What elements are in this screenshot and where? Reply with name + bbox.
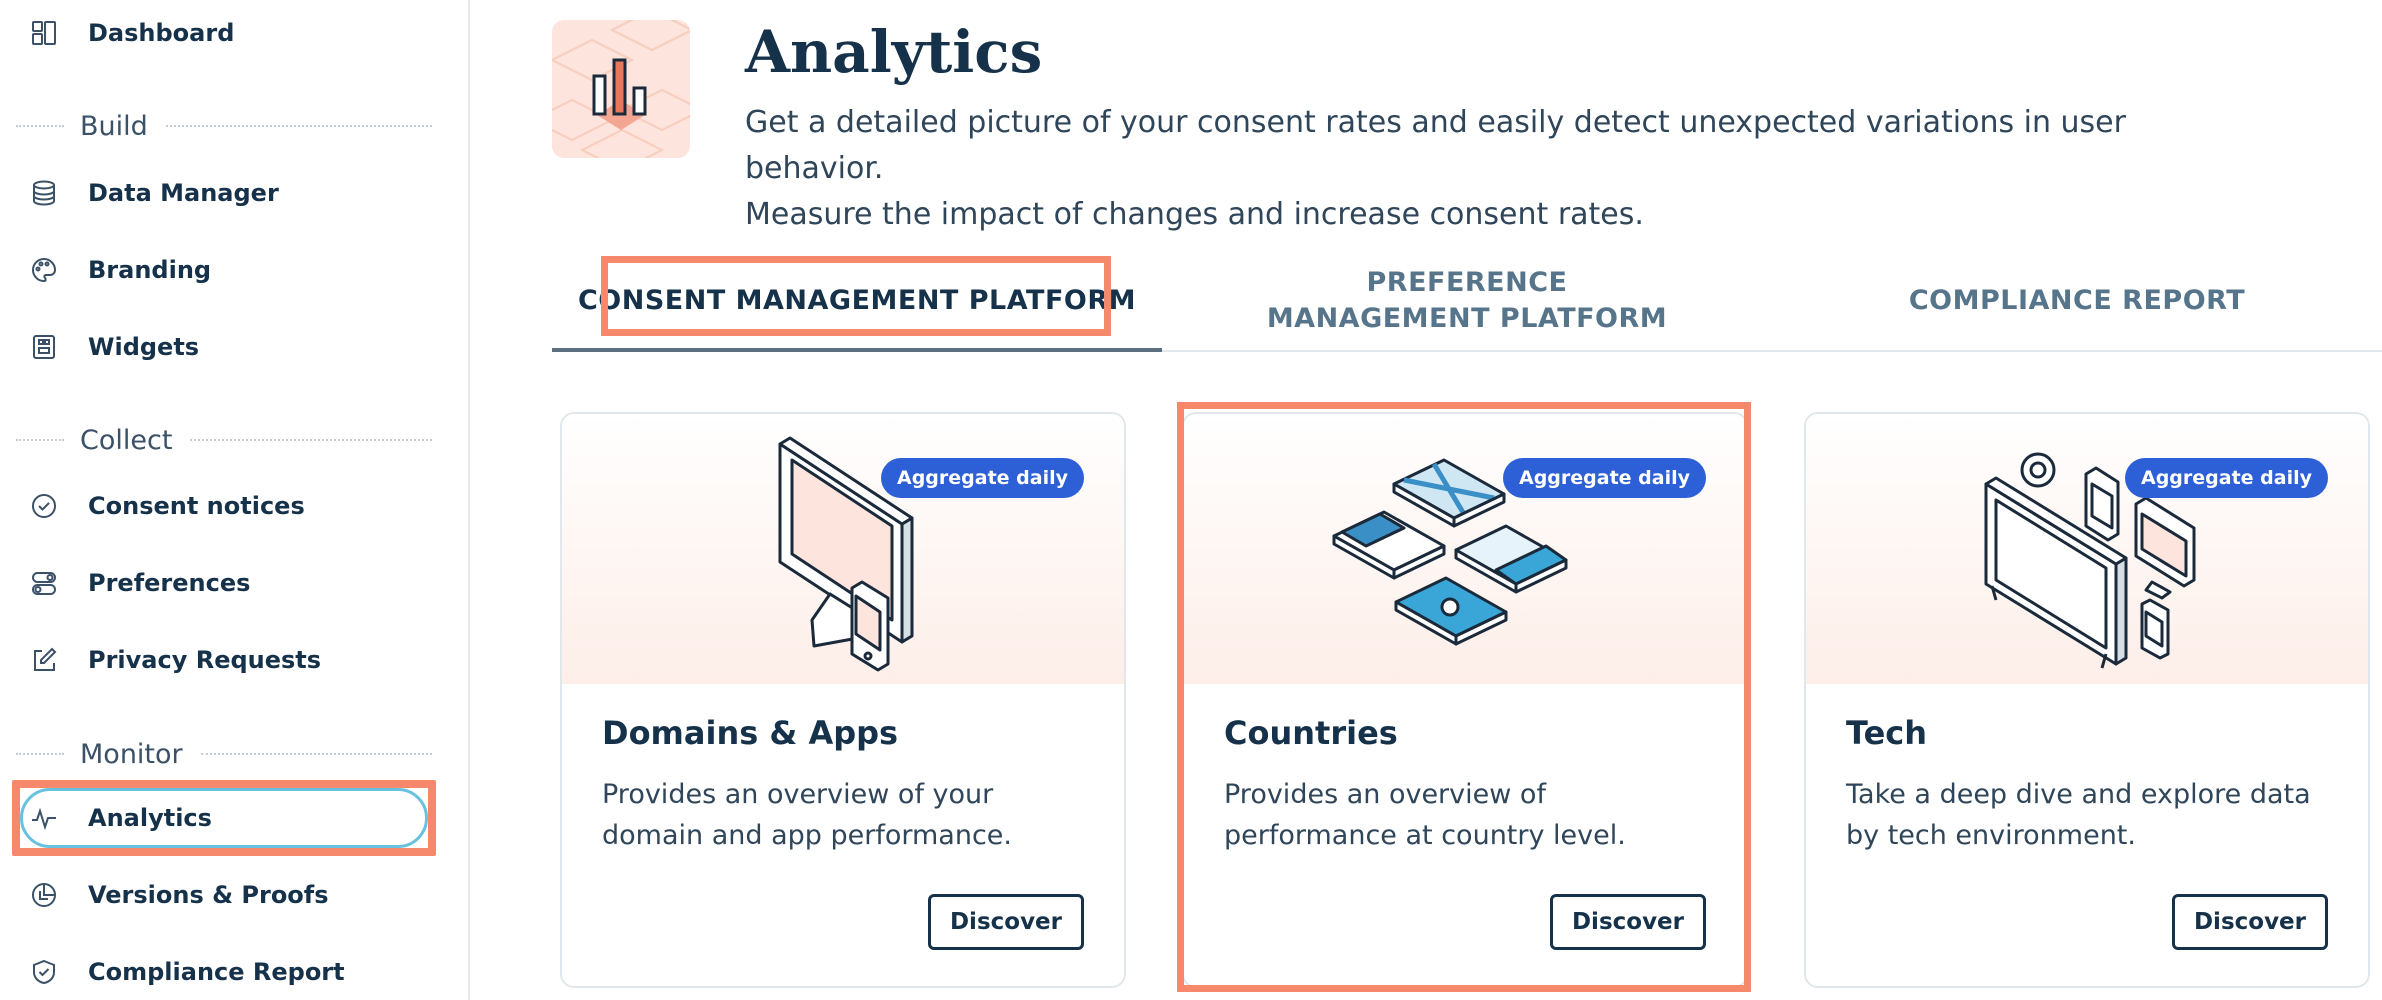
aggregate-daily-badge: Aggregate daily [1503, 458, 1706, 498]
sidebar-item-versions-proofs[interactable]: Versions & Proofs [12, 862, 436, 928]
card-description: Provides an overview of your domain and … [602, 779, 1012, 851]
sidebar-item-analytics[interactable]: Analytics [12, 780, 436, 856]
page-title: Analytics [745, 18, 1043, 86]
sidebar-item-label: Versions & Proofs [88, 881, 329, 909]
sidebar-item-label: Privacy Requests [88, 646, 322, 674]
section-label-collect: Collect [16, 420, 432, 460]
tab-preference-management-platform[interactable]: PREFERENCE MANAGEMENT PLATFORM [1162, 252, 1772, 350]
card-title: Countries [1224, 714, 1398, 752]
aggregate-daily-badge: Aggregate daily [2125, 458, 2328, 498]
sidebar-item-branding[interactable]: Branding [12, 237, 436, 303]
tab-consent-management-platform[interactable]: CONSENT MANAGEMENT PLATFORM [552, 252, 1162, 350]
tab-compliance-report[interactable]: COMPLIANCE REPORT [1772, 252, 2382, 350]
sidebar-item-label: Data Manager [88, 179, 279, 207]
monitor-phone-icon: Aggregate daily [562, 414, 1124, 684]
check-circle-icon [28, 490, 60, 522]
page-description: Get a detailed picture of your consent r… [745, 105, 2126, 232]
sidebar-item-label: Widgets [88, 333, 200, 361]
section-label-monitor: Monitor [16, 734, 432, 774]
active-tab-indicator [552, 348, 1162, 352]
database-icon [28, 177, 60, 209]
discover-button[interactable]: Discover [1550, 894, 1706, 950]
sidebar-item-preferences[interactable]: Preferences [12, 550, 436, 616]
card-description: Take a deep dive and explore data by tec… [1846, 779, 2311, 851]
toggles-icon [28, 567, 60, 599]
palette-icon [28, 254, 60, 286]
card-title: Tech [1846, 714, 1928, 752]
card-domains-apps[interactable]: Aggregate daily Domains & Apps Provides … [560, 412, 1126, 988]
edit-icon [28, 644, 60, 676]
sidebar-item-privacy-requests[interactable]: Privacy Requests [12, 627, 436, 693]
sidebar-item-label: Consent notices [88, 492, 305, 520]
tab-bar: CONSENT MANAGEMENT PLATFORM PREFERENCE M… [552, 252, 2382, 352]
sidebar-item-label: Analytics [88, 804, 212, 832]
card-title: Domains & Apps [602, 714, 899, 752]
bar-chart-icon [552, 20, 690, 158]
discover-button[interactable]: Discover [2172, 894, 2328, 950]
discover-button[interactable]: Discover [928, 894, 1084, 950]
analytics-page: Dashboard Build Data Manager Branding Wi… [0, 0, 2382, 1000]
sidebar-item-label: Compliance Report [88, 958, 345, 986]
sidebar-item-data-manager[interactable]: Data Manager [12, 160, 436, 226]
section-label-build: Build [16, 106, 432, 146]
aggregate-daily-badge: Aggregate daily [881, 458, 1084, 498]
sidebar-item-consent-notices[interactable]: Consent notices [12, 473, 436, 539]
card-tech[interactable]: Aggregate daily Tech Take a deep dive an… [1804, 412, 2370, 988]
card-description: Provides an overview of performance at c… [1224, 779, 1626, 851]
pie-icon [28, 879, 60, 911]
sidebar-item-label: Dashboard [88, 19, 235, 47]
sidebar: Dashboard Build Data Manager Branding Wi… [0, 0, 470, 1000]
sidebar-item-label: Preferences [88, 569, 251, 597]
devices-icon: Aggregate daily [1806, 414, 2368, 684]
sidebar-item-widgets[interactable]: Widgets [12, 314, 436, 380]
sidebar-item-dashboard[interactable]: Dashboard [12, 0, 436, 66]
dashboard-icon [28, 17, 60, 49]
widgets-icon [28, 331, 60, 363]
card-countries[interactable]: Aggregate daily Countries Provides an ov… [1182, 412, 1748, 988]
flags-icon: Aggregate daily [1184, 414, 1746, 684]
sidebar-item-compliance-report[interactable]: Compliance Report [12, 939, 436, 1000]
shield-check-icon [28, 956, 60, 988]
pulse-icon [28, 802, 60, 834]
sidebar-item-label: Branding [88, 256, 212, 284]
